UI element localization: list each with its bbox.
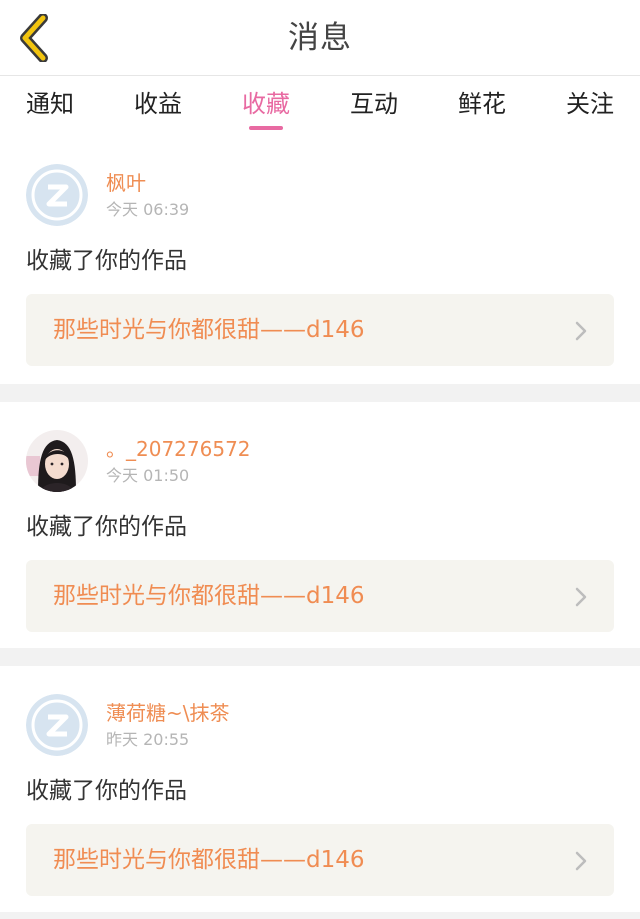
action-text: 收藏了你的作品	[26, 778, 187, 804]
tab-label: 互动	[350, 90, 398, 118]
avatar[interactable]	[26, 430, 88, 492]
tab-interactions[interactable]: 互动	[350, 76, 398, 136]
app-root: 消息 通知 收益 收藏 互动 鲜花 关注 枫叶 今天 06:39 收藏了你的作品…	[0, 0, 640, 919]
user-meta: 薄荷糖~\抹茶 昨天 20:55	[106, 700, 230, 751]
work-title: 那些时光与你都很甜——d146	[53, 583, 365, 609]
user-photo-avatar	[26, 430, 88, 492]
chevron-right-icon	[575, 321, 587, 341]
work-link[interactable]: 那些时光与你都很甜——d146	[26, 560, 614, 632]
work-link[interactable]: 那些时光与你都很甜——d146	[26, 294, 614, 366]
avatar[interactable]	[26, 164, 88, 226]
tab-label: 收藏	[242, 90, 290, 118]
user-meta: 。_207276572 今天 01:50	[106, 436, 251, 487]
message-card: 。_207276572 今天 01:50 收藏了你的作品 那些时光与你都很甜——…	[0, 402, 640, 648]
tab-flowers[interactable]: 鲜花	[458, 76, 506, 136]
user-row: 枫叶 今天 06:39	[26, 164, 189, 226]
tab-favorites[interactable]: 收藏	[242, 76, 290, 136]
tab-label: 通知	[26, 90, 74, 118]
message-card: 薄荷糖~\抹茶 昨天 20:55 收藏了你的作品 那些时光与你都很甜——d146	[0, 666, 640, 912]
active-tab-indicator	[249, 126, 283, 130]
tab-label: 鲜花	[458, 90, 506, 118]
action-text: 收藏了你的作品	[26, 514, 187, 540]
username[interactable]: 枫叶	[106, 170, 189, 196]
action-text: 收藏了你的作品	[26, 248, 187, 274]
tab-label: 关注	[566, 90, 614, 118]
tab-label: 收益	[134, 90, 182, 118]
tab-following[interactable]: 关注	[566, 76, 614, 136]
work-title: 那些时光与你都很甜——d146	[53, 317, 365, 343]
username[interactable]: 。_207276572	[106, 436, 251, 462]
user-meta: 枫叶 今天 06:39	[106, 170, 189, 221]
username[interactable]: 薄荷糖~\抹茶	[106, 700, 230, 726]
default-avatar-icon	[26, 164, 88, 226]
page-title: 消息	[288, 20, 352, 56]
message-list: 枫叶 今天 06:39 收藏了你的作品 那些时光与你都很甜——d146 。_20…	[0, 136, 640, 912]
avatar[interactable]	[26, 694, 88, 756]
header-bar: 消息	[0, 0, 640, 76]
timestamp: 今天 06:39	[106, 199, 190, 219]
tab-earnings[interactable]: 收益	[134, 76, 182, 136]
chevron-right-icon	[575, 851, 587, 871]
tab-bar: 通知 收益 收藏 互动 鲜花 关注	[0, 76, 640, 136]
user-row: 。_207276572 今天 01:50	[26, 430, 251, 492]
timestamp: 昨天 20:55	[106, 729, 190, 749]
timestamp: 今天 01:50	[106, 465, 190, 485]
tab-notifications[interactable]: 通知	[26, 76, 74, 136]
work-link[interactable]: 那些时光与你都很甜——d146	[26, 824, 614, 896]
default-avatar-icon	[26, 694, 88, 756]
work-title: 那些时光与你都很甜——d146	[53, 847, 365, 873]
chevron-right-icon	[575, 587, 587, 607]
message-card: 枫叶 今天 06:39 收藏了你的作品 那些时光与你都很甜——d146	[0, 136, 640, 384]
user-row: 薄荷糖~\抹茶 昨天 20:55	[26, 694, 230, 756]
